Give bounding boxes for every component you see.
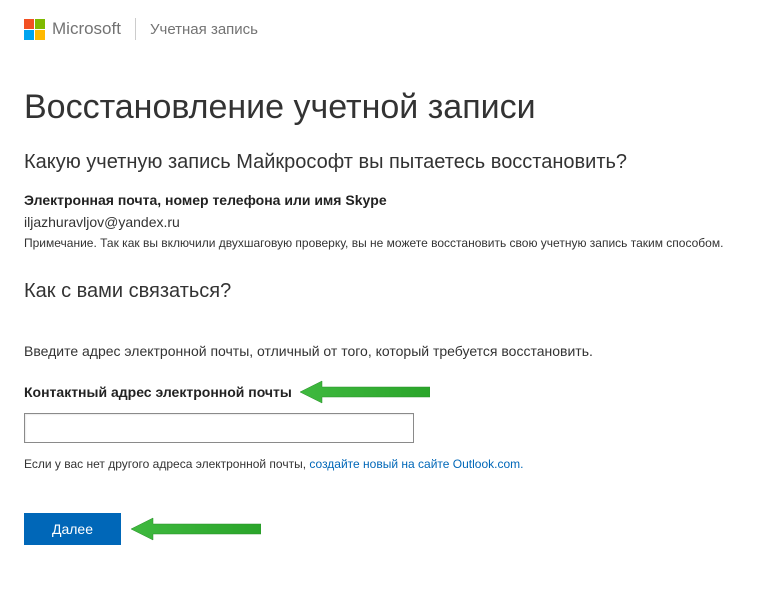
brand-name: Microsoft: [52, 19, 121, 39]
header-divider: [135, 18, 136, 40]
account-field-label: Электронная почта, номер телефона или им…: [24, 192, 760, 208]
contact-instruction: Введите адрес электронной почты, отличны…: [24, 343, 760, 359]
content-area: Восстановление учетной записи Какую учет…: [0, 50, 784, 545]
arrow-left-icon: [131, 516, 261, 542]
create-outlook-link[interactable]: создайте новый на сайте Outlook.com.: [309, 457, 523, 471]
next-button[interactable]: Далее: [24, 513, 121, 545]
two-step-note: Примечание. Так как вы включили двухшаго…: [24, 236, 760, 250]
account-value: iljazhuravljov@yandex.ru: [24, 214, 760, 230]
contact-email-label: Контактный адрес электронной почты: [24, 384, 292, 400]
recover-question: Какую учетную запись Майкрософт вы пытае…: [24, 151, 760, 174]
header-bar: Microsoft Учетная запись: [0, 0, 784, 50]
microsoft-logo-icon: [24, 19, 45, 40]
page-title: Восстановление учетной записи: [24, 88, 760, 127]
helper-prefix: Если у вас нет другого адреса электронно…: [24, 457, 309, 471]
contact-title: Как с вами связаться?: [24, 280, 760, 303]
microsoft-logo[interactable]: Microsoft: [24, 19, 121, 40]
contact-email-input[interactable]: [24, 413, 414, 443]
arrow-left-icon: [300, 379, 430, 405]
header-section: Учетная запись: [150, 21, 258, 38]
helper-text: Если у вас нет другого адреса электронно…: [24, 457, 760, 471]
